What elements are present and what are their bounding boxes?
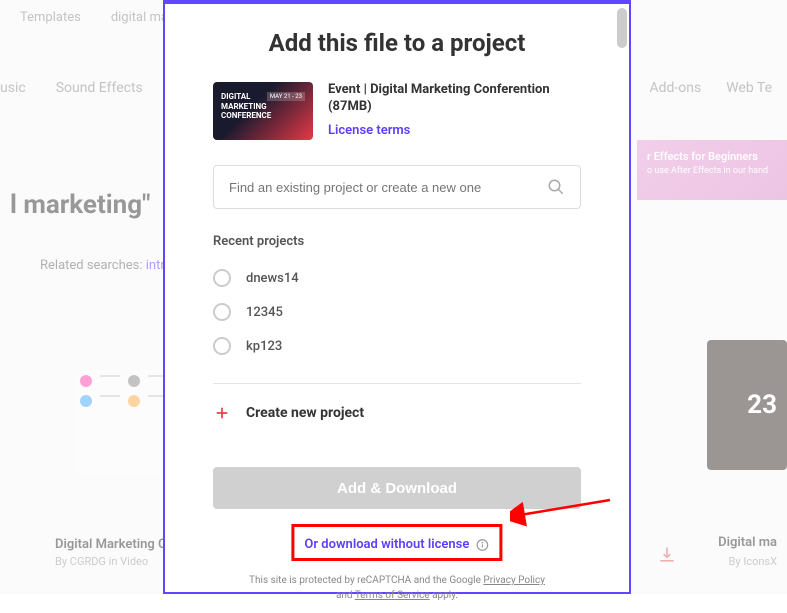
bg-nav-right: Add-ons Web Te — [649, 80, 772, 96]
search-icon — [547, 178, 565, 196]
project-item[interactable]: kp123 — [213, 329, 581, 363]
divider — [213, 383, 581, 384]
project-item[interactable]: dnews14 — [213, 261, 581, 295]
license-terms-link[interactable]: License terms — [328, 123, 410, 138]
add-to-project-modal: Add this file to a project DIGITAL MARKE… — [163, 0, 631, 594]
create-new-project[interactable]: Create new project — [213, 394, 581, 432]
scrollbar-thumb[interactable] — [617, 8, 627, 48]
bg-promo-banner: r Effects for Beginners o use After Effe… — [637, 140, 787, 200]
bg-card-byline: By CGRDG in Video — [55, 555, 148, 568]
file-info-row: DIGITAL MARKETING CONFERENCE MAY 21 - 23… — [213, 82, 581, 140]
terms-of-service-link[interactable]: Terms of Service — [355, 590, 430, 601]
plus-icon — [213, 404, 231, 422]
add-download-button[interactable]: Add & Download — [213, 467, 581, 509]
download-icon — [657, 545, 677, 565]
file-thumbnail: DIGITAL MARKETING CONFERENCE MAY 21 - 23 — [213, 82, 313, 140]
recaptcha-legal-text: This site is protected by reCAPTCHA and … — [213, 573, 581, 603]
bg-related-searches: Related searches: intro — [40, 258, 172, 273]
radio-icon — [213, 337, 231, 355]
bg-nav-categories: usic Sound Effects — [0, 80, 143, 96]
info-icon — [476, 538, 490, 552]
recent-projects-label: Recent projects — [213, 234, 581, 249]
project-search-input[interactable] — [229, 180, 547, 195]
privacy-policy-link[interactable]: Privacy Policy — [483, 575, 545, 586]
radio-icon — [213, 303, 231, 321]
bg-right-byline: By IconsX — [729, 555, 777, 568]
bg-card-title: Digital Marketing C — [55, 537, 166, 552]
bg-right-number: 23 — [747, 390, 777, 420]
radio-icon — [213, 269, 231, 287]
project-search-box[interactable] — [213, 165, 581, 209]
project-item[interactable]: 12345 — [213, 295, 581, 329]
download-without-license-link[interactable]: Or download without license — [304, 537, 489, 552]
modal-title: Add this file to a project — [213, 29, 581, 57]
recent-projects-list: dnews14 12345 kp123 — [213, 261, 581, 363]
download-without-license-highlight: Or download without license — [291, 524, 502, 561]
bg-right-title: Digital ma — [718, 535, 777, 550]
file-name: Event | Digital Marketing Conferention (… — [328, 82, 581, 116]
bg-search-heading: l marketing" — [10, 190, 150, 220]
bg-nav-top: Templates digital ma — [0, 10, 168, 25]
